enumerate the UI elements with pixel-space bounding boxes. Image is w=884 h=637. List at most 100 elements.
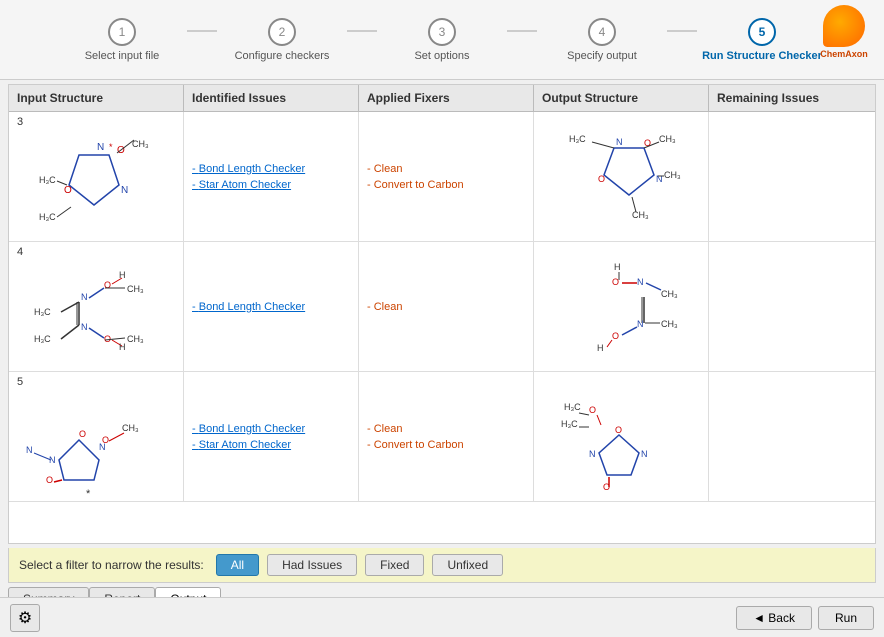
step-connector-1-2 (187, 30, 217, 32)
svg-text:N: N (641, 449, 648, 459)
step-label-1: Select input file (85, 50, 160, 62)
bottom-bar: ⚙ ◄ Back Run (0, 597, 884, 637)
svg-text:H₃C: H₃C (34, 334, 51, 344)
svg-text:N: N (589, 449, 596, 459)
col-input: Input Structure (9, 85, 184, 111)
svg-text:CH₃: CH₃ (661, 289, 678, 299)
svg-text:CH₃: CH₃ (659, 134, 676, 144)
svg-text:N: N (97, 142, 104, 153)
step-connector-2-3 (347, 30, 377, 32)
logo-image (823, 5, 865, 47)
input-structure-2: 4 H₃C H₃C N (9, 242, 184, 371)
svg-text:CH₃: CH₃ (127, 334, 144, 344)
filter-unfixed-button[interactable]: Unfixed (432, 554, 503, 576)
table-header: Input Structure Identified Issues Applie… (9, 85, 875, 112)
svg-text:O: O (64, 185, 72, 196)
fixer-convert-3[interactable]: Convert to Carbon (367, 439, 525, 451)
wizard-step-5[interactable]: 5 Run Structure Checker (697, 18, 827, 62)
struct-num-2: 4 (17, 246, 23, 258)
svg-text:N: N (637, 319, 644, 329)
svg-text:H: H (597, 343, 604, 353)
nav-buttons: ◄ Back Run (736, 606, 874, 630)
svg-text:CH₃: CH₃ (132, 139, 149, 149)
svg-text:CH₃: CH₃ (127, 284, 144, 294)
svg-text:N: N (81, 292, 88, 302)
step-label-4: Specify output (567, 50, 637, 62)
remaining-2 (709, 242, 875, 371)
results-table: Input Structure Identified Issues Applie… (8, 84, 876, 544)
col-issues: Identified Issues (184, 85, 359, 111)
issue-star-atom-3[interactable]: Star Atom Checker (192, 439, 350, 451)
issue-bond-length-2[interactable]: Bond Length Checker (192, 301, 350, 313)
svg-text:O: O (104, 334, 111, 344)
input-mol-3: N O N O * O CH₃ (19, 380, 174, 495)
filter-had-issues-button[interactable]: Had Issues (267, 554, 357, 576)
output-mol-3: O N N O H₃C O H₃C (544, 380, 699, 495)
step-label-3: Set options (414, 50, 469, 62)
svg-text:O: O (612, 277, 619, 287)
run-button[interactable]: Run (818, 606, 874, 630)
svg-text:N: N (637, 277, 644, 287)
svg-text:H: H (614, 262, 621, 272)
svg-text:*: * (109, 142, 113, 152)
svg-text:H₃C: H₃C (561, 419, 578, 429)
svg-text:CH₃: CH₃ (664, 170, 681, 180)
step-connector-3-4 (507, 30, 537, 32)
svg-text:N: N (616, 137, 623, 147)
step-circle-1: 1 (108, 18, 136, 46)
logo-text: ChemAxon (820, 49, 868, 59)
output-mol-1: O N N O H₃C CH₃ CH₃ (544, 120, 699, 235)
fixer-clean-3[interactable]: Clean (367, 423, 525, 435)
svg-text:H₃C: H₃C (39, 212, 56, 222)
gear-icon: ⚙ (18, 608, 32, 628)
wizard-step-3[interactable]: 3 Set options (377, 18, 507, 62)
output-structure-2: H O N CH₃ (534, 242, 709, 371)
fixers-3: Clean Convert to Carbon (359, 372, 534, 501)
fixer-convert-1[interactable]: Convert to Carbon (367, 179, 525, 191)
svg-text:CH₃: CH₃ (122, 423, 139, 433)
svg-text:H: H (119, 270, 126, 280)
wizard-step-2[interactable]: 2 Configure checkers (217, 18, 347, 62)
svg-text:H₃C: H₃C (569, 134, 586, 144)
svg-text:O: O (598, 174, 605, 184)
output-mol-2: H O N CH₃ (544, 250, 699, 365)
col-fixers: Applied Fixers (359, 85, 534, 111)
struct-num-3: 5 (17, 376, 23, 388)
step-label-5: Run Structure Checker (702, 50, 822, 62)
fixers-2: Clean (359, 242, 534, 371)
step-circle-5: 5 (748, 18, 776, 46)
issue-bond-length-3[interactable]: Bond Length Checker (192, 423, 350, 435)
svg-text:O: O (79, 429, 86, 439)
settings-button[interactable]: ⚙ (10, 604, 40, 632)
filter-all-button[interactable]: All (216, 554, 259, 576)
step-label-2: Configure checkers (235, 50, 330, 62)
step-circle-4: 4 (588, 18, 616, 46)
filter-label: Select a filter to narrow the results: (19, 558, 204, 572)
svg-text:O: O (589, 405, 596, 415)
back-button[interactable]: ◄ Back (736, 606, 812, 630)
chemaxon-logo: ChemAxon (819, 5, 869, 65)
fixer-clean-2[interactable]: Clean (367, 301, 525, 313)
svg-text:O: O (46, 475, 53, 485)
input-structure-3: 5 N O N O * (9, 372, 184, 501)
wizard-steps: 1 Select input file 2 Configure checkers… (57, 18, 827, 62)
output-structure-1: O N N O H₃C CH₃ CH₃ (534, 112, 709, 241)
filter-fixed-button[interactable]: Fixed (365, 554, 424, 576)
svg-text:N: N (26, 445, 33, 455)
wizard-step-1[interactable]: 1 Select input file (57, 18, 187, 62)
svg-text:H₃C: H₃C (39, 175, 56, 185)
input-mol-2: H₃C H₃C N O (19, 250, 174, 365)
svg-text:CH₃: CH₃ (632, 210, 649, 220)
output-structure-3: O N N O H₃C O H₃C (534, 372, 709, 501)
svg-text:H: H (119, 342, 126, 352)
fixer-clean-1[interactable]: Clean (367, 163, 525, 175)
step-circle-3: 3 (428, 18, 456, 46)
wizard-step-4[interactable]: 4 Specify output (537, 18, 667, 62)
table-row: 5 N O N O * (9, 372, 875, 502)
input-mol-1: O N * N O CH₃ H₃C (19, 120, 174, 235)
issue-star-atom-1[interactable]: Star Atom Checker (192, 179, 350, 191)
remaining-1 (709, 112, 875, 241)
issue-bond-length-1[interactable]: Bond Length Checker (192, 163, 350, 175)
col-remaining: Remaining Issues (709, 85, 875, 111)
issues-3: Bond Length Checker Star Atom Checker (184, 372, 359, 501)
